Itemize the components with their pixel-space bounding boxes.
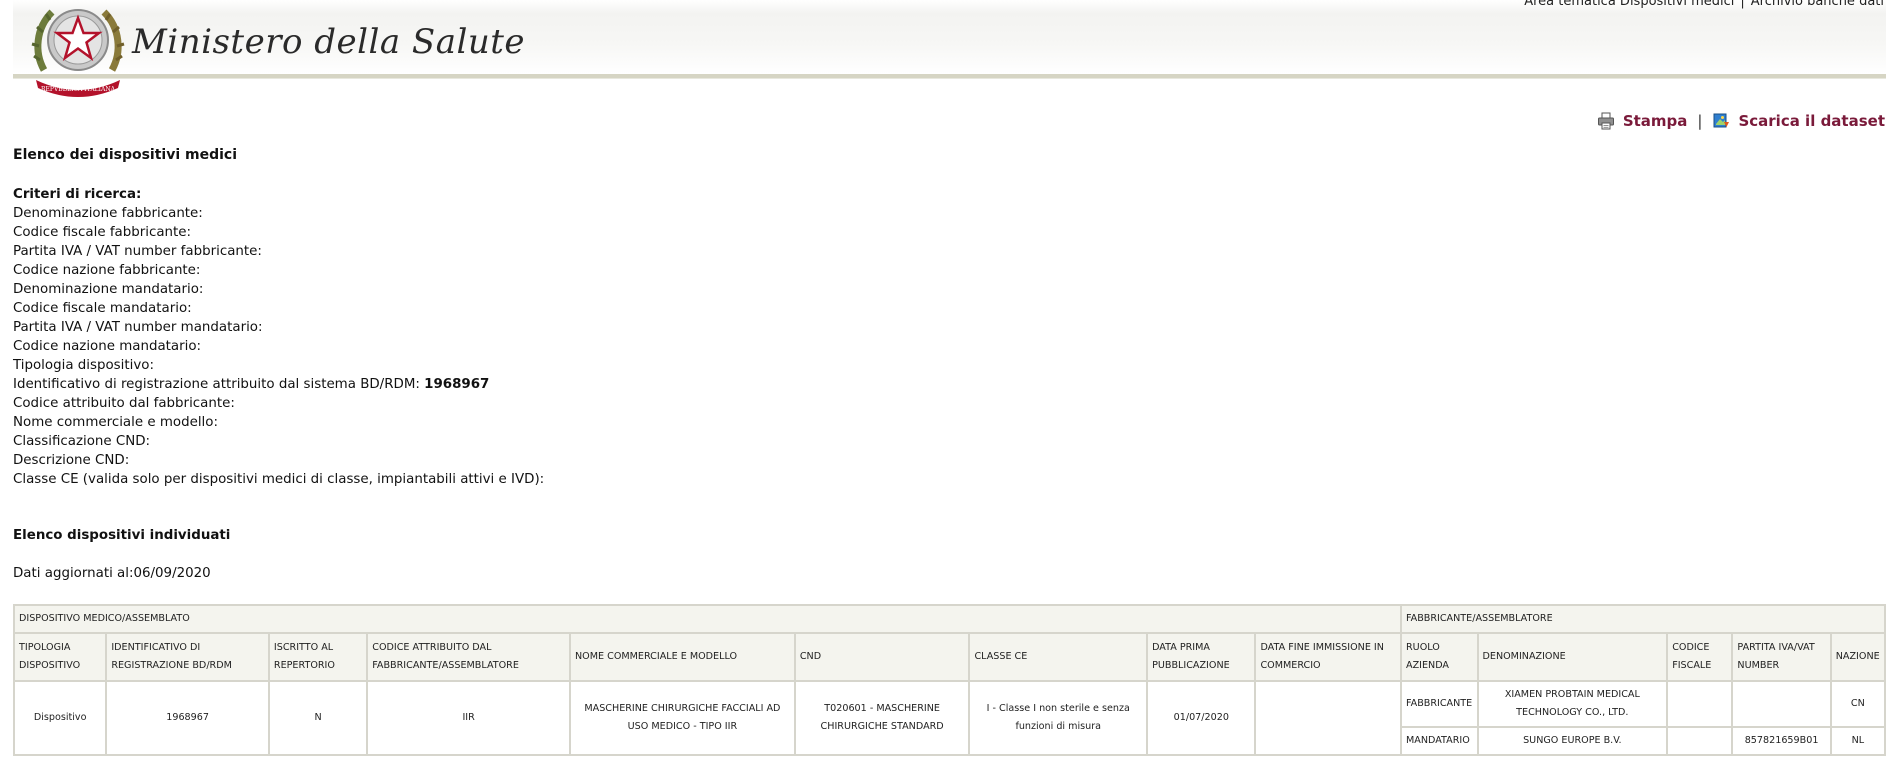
column-header: DATA PRIMA PUBBLICAZIONE [1148,634,1255,680]
group-header-device: DISPOSITIVO MEDICO/ASSEMBLATO [15,606,1400,632]
toolbar: Stampa | Scarica il dataset [1597,112,1885,130]
cell-partita-iva [1733,682,1830,726]
criteria-field: Partita IVA / VAT number fabbricante: [13,242,544,261]
cell-codice-fiscale [1668,728,1732,754]
criteria-label: Classe CE (valida solo per dispositivi m… [13,472,545,487]
criteria-field: Nome commerciale e modello: [13,413,544,432]
emblem-ribbon-text: REPVBBLICA ITALIANA [41,86,116,93]
criteria-label: Identificativo di registrazione attribui… [13,377,420,392]
table-row: Dispositivo 1968967 N IIR MASCHERINE CHI… [15,682,1884,754]
criteria-field: Tipologia dispositivo: [13,356,544,375]
criteria-field: Codice nazione mandatario: [13,337,544,356]
criteria-label: Denominazione mandatario: [13,282,204,297]
cell-nome-commerciale: MASCHERINE CHIRURGICHE FACCIALI AD USO M… [571,682,794,754]
criteria-field: Codice attribuito dal fabbricante: [13,394,544,413]
column-header: CODICE FISCALE [1668,634,1732,680]
print-button[interactable]: Stampa [1597,112,1688,130]
column-header: DATA FINE IMMISSIONE IN COMMERCIO [1256,634,1400,680]
cell-denominazione: XIAMEN PROBTAIN MEDICAL TECHNOLOGY CO., … [1478,682,1667,726]
column-header: TIPOLOGIA DISPOSITIVO [15,634,106,680]
criteria-field: Denominazione fabbricante: [13,204,544,223]
cell-data-fine-commercio [1256,682,1400,754]
column-header: CND [795,634,969,680]
cell-data-prima-pubblicazione: 01/07/2020 [1148,682,1255,754]
criteria-field: Denominazione mandatario: [13,280,544,299]
cell-nazione: NL [1831,728,1884,754]
cell-ruolo: FABBRICANTE [1402,682,1477,726]
criteria-label: Classificazione CND: [13,434,151,449]
cell-ruolo: MANDATARIO [1402,728,1477,754]
download-label: Scarica il dataset [1738,112,1885,130]
column-header: RUOLO AZIENDA [1402,634,1477,680]
criteria-label: Codice fiscale fabbricante: [13,225,192,240]
criteria-field: Identificativo di registrazione attribui… [13,375,544,394]
criteria-field: Codice fiscale mandatario: [13,299,544,318]
search-summary: Elenco dei dispositivi medici Criteri di… [13,146,544,489]
criteria-label: Tipologia dispositivo: [13,358,154,373]
criteria-label: Descrizione CND: [13,453,130,468]
criteria-title: Criteri di ricerca: [13,187,142,202]
top-links-separator: | [1740,0,1745,9]
criteria-field: Partita IVA / VAT number mandatario: [13,318,544,337]
criteria-label: Codice fiscale mandatario: [13,301,192,316]
criteria-label: Codice attribuito dal fabbricante: [13,396,235,411]
column-header: NOME COMMERCIALE E MODELLO [571,634,794,680]
cell-identificativo: 1968967 [107,682,268,754]
print-label: Stampa [1622,112,1688,130]
criteria-label: Denominazione fabbricante: [13,206,203,221]
cell-nazione: CN [1831,682,1884,726]
toolbar-separator: | [1697,112,1703,130]
cell-cnd: T020601 - MASCHERINE CHIRURGICHE STANDAR… [795,682,969,754]
printer-icon [1597,112,1614,130]
download-dataset-icon [1713,113,1730,128]
ministry-logo-text[interactable]: Ministero della Salute [132,22,525,62]
column-header: NAZIONE [1831,634,1884,680]
top-links: Area tematica Dispositivi medici | Archivi… [1524,0,1884,9]
cell-iscritto: N [269,682,367,754]
cell-classe-ce: I - Classe I non sterile e senza funzion… [970,682,1147,754]
devices-table: DISPOSITIVO MEDICO/ASSEMBLATO FABBRICANT… [13,604,1886,756]
link-archivio-banche-dati[interactable]: Archivio banche dati [1751,0,1884,9]
group-header-manufacturer: FABBRICANTE/ASSEMBLATORE [1402,606,1884,632]
data-updated-label: Dati aggiornati al:06/09/2020 [13,566,211,581]
criteria-list: Criteri di ricerca: Denominazione fabbri… [13,185,544,489]
criteria-label: Nome commerciale e modello: [13,415,218,430]
italian-republic-emblem-icon[interactable]: REPVBBLICA ITALIANA [30,0,126,100]
criteria-field: Codice fiscale fabbricante: [13,223,544,242]
criteria-field: Classe CE (valida solo per dispositivi m… [13,470,544,489]
download-dataset-button[interactable]: Scarica il dataset [1712,112,1885,130]
table-group-header-row: DISPOSITIVO MEDICO/ASSEMBLATO FABBRICANT… [15,606,1884,632]
column-header: IDENTIFICATIVO DI REGISTRAZIONE BD/RDM [107,634,268,680]
table-header-row: TIPOLOGIA DISPOSITIVO IDENTIFICATIVO DI … [15,634,1884,680]
header-divider [13,74,1886,79]
results-title: Elenco dispositivi individuati [13,528,231,543]
criteria-field: Descrizione CND: [13,451,544,470]
page-title: Elenco dei dispositivi medici [13,147,238,163]
column-header: PARTITA IVA/VAT NUMBER [1733,634,1830,680]
cell-denominazione: SUNGO EUROPE B.V. [1478,728,1667,754]
criteria-label: Partita IVA / VAT number fabbricante: [13,244,262,259]
cell-codice-fabbricante: IIR [368,682,569,754]
column-header: ISCRITTO AL REPERTORIO [269,634,367,680]
criteria-label: Partita IVA / VAT number mandatario: [13,320,263,335]
criteria-field: Classificazione CND: [13,432,544,451]
criteria-label: Codice nazione mandatario: [13,339,202,354]
column-header: CLASSE CE [970,634,1147,680]
criteria-field: Codice nazione fabbricante: [13,261,544,280]
cell-tipologia: Dispositivo [15,682,106,754]
cell-codice-fiscale [1668,682,1732,726]
column-header: CODICE ATTRIBUITO DAL FABBRICANTE/ASSEMB… [368,634,569,680]
criteria-value: 1968967 [424,377,490,392]
criteria-label: Codice nazione fabbricante: [13,263,201,278]
link-area-tematica[interactable]: Area tematica Dispositivi medici [1524,0,1734,9]
cell-partita-iva: 857821659B01 [1733,728,1830,754]
column-header: DENOMINAZIONE [1478,634,1667,680]
